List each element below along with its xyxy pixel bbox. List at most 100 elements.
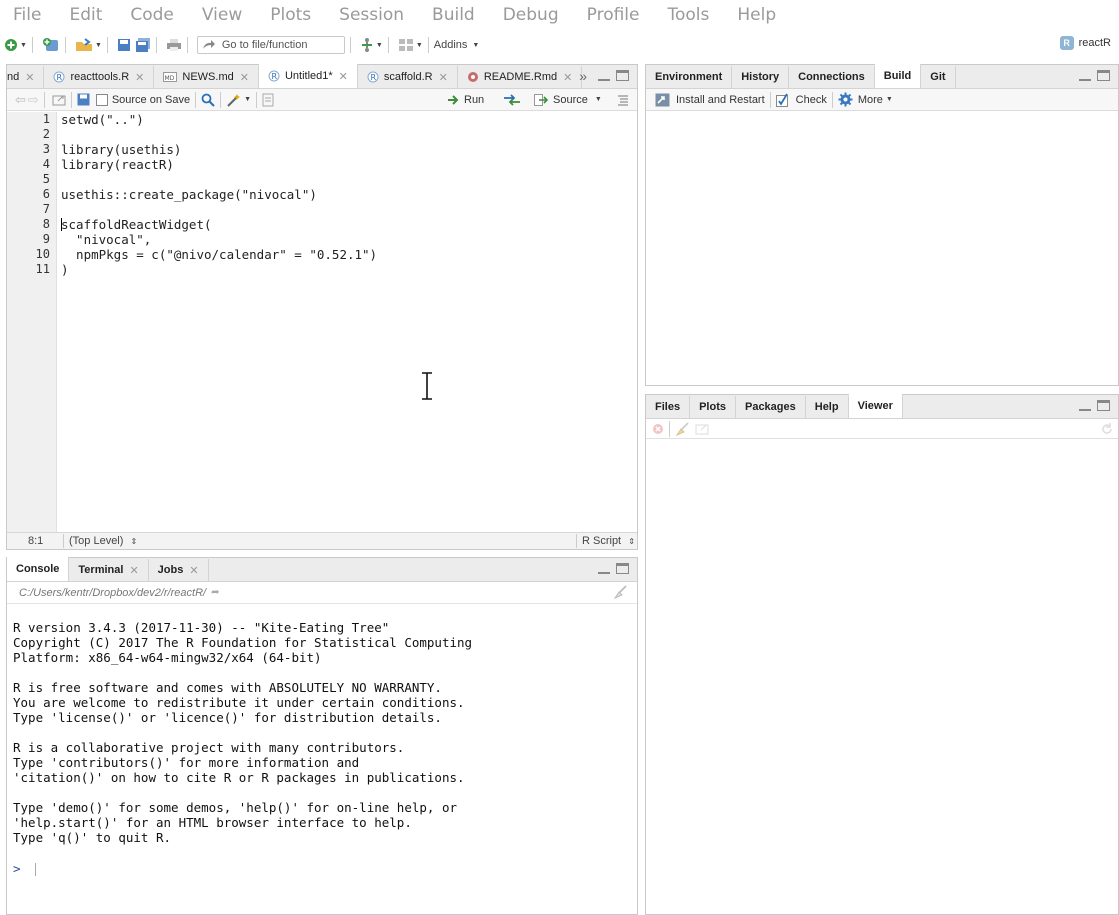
compile-report-icon[interactable] <box>262 93 274 107</box>
code-tools-wand-icon[interactable] <box>226 93 242 107</box>
menu-session[interactable]: Session <box>325 5 418 25</box>
menu-profile[interactable]: Profile <box>573 5 654 25</box>
more-button[interactable]: More ▼ <box>838 92 893 107</box>
forward-arrow-icon[interactable]: ⇨ <box>28 92 39 108</box>
tab-help[interactable]: Help <box>806 396 849 418</box>
close-icon[interactable]: ✕ <box>563 71 572 84</box>
menu-edit[interactable]: Edit <box>55 5 116 25</box>
tab-terminal[interactable]: Terminal ✕ <box>69 559 149 581</box>
code-editor[interactable]: setwd("..") library(usethis) library(rea… <box>61 112 637 532</box>
refresh-viewer-icon[interactable] <box>1100 422 1114 436</box>
source-tab[interactable]: README.Rmd ✕ <box>458 66 583 88</box>
show-in-window-icon[interactable] <box>695 423 709 435</box>
minimize-icon[interactable] <box>598 71 610 81</box>
source-tab-active[interactable]: R Untitled1* ✕ <box>258 64 358 88</box>
save-icon[interactable] <box>77 93 90 106</box>
menu-plots[interactable]: Plots <box>256 5 325 25</box>
close-icon[interactable]: ✕ <box>439 71 448 84</box>
menu-build[interactable]: Build <box>418 5 489 25</box>
workspace-panes-icon[interactable] <box>398 36 414 54</box>
tab-history[interactable]: History <box>732 66 790 88</box>
tab-plots[interactable]: Plots <box>690 396 736 418</box>
close-icon[interactable]: ✕ <box>189 564 198 577</box>
menu-view[interactable]: View <box>188 5 256 25</box>
show-in-window-icon[interactable] <box>52 94 66 106</box>
version-control-dropdown-icon[interactable]: ▼ <box>376 42 383 49</box>
scope-selector[interactable]: (Top Level) ⇕ <box>69 535 137 547</box>
source-tab[interactable]: R reacttools.R ✕ <box>44 66 155 88</box>
clear-viewer-broom-icon[interactable] <box>675 421 689 436</box>
addins-button[interactable]: Addins ▼ <box>434 39 480 51</box>
tab-git[interactable]: Git <box>921 66 956 88</box>
tab-environment[interactable]: Environment <box>646 66 733 88</box>
tab-jobs[interactable]: Jobs ✕ <box>149 559 209 581</box>
menu-file[interactable]: File <box>0 5 55 25</box>
close-icon[interactable]: ✕ <box>129 564 138 577</box>
source-button[interactable]: Source ▼ <box>534 93 602 106</box>
code-tools-dropdown-icon[interactable]: ▼ <box>244 96 251 103</box>
source-tab[interactable]: nd ✕ <box>7 66 45 88</box>
search-icon[interactable] <box>201 93 215 107</box>
source-toolbar: ⇦ ⇨ Source on Save ▼ Run Source ▼ <box>7 89 637 111</box>
close-icon[interactable]: ✕ <box>240 71 249 84</box>
stop-viewer-icon[interactable] <box>652 423 664 435</box>
tab-label: Files <box>655 401 681 413</box>
toolbar-divider <box>769 91 771 108</box>
menu-help[interactable]: Help <box>723 5 790 25</box>
project-menu[interactable]: R reactR <box>1059 36 1111 50</box>
source-tab[interactable]: R scaffold.R ✕ <box>358 66 458 88</box>
new-file-icon[interactable] <box>4 36 18 54</box>
back-arrow-icon[interactable]: ⇦ <box>15 92 26 108</box>
tab-connections[interactable]: Connections <box>789 66 875 88</box>
console-line: R is a collaborative project with many c… <box>13 740 405 755</box>
workspace-panes-dropdown-icon[interactable]: ▼ <box>416 42 423 49</box>
minimize-icon[interactable] <box>1079 71 1091 81</box>
working-directory-path[interactable]: C:/Users/kentr/Dropbox/dev2/r/reactR/ <box>19 587 206 599</box>
check-button[interactable]: Check <box>775 93 827 107</box>
install-restart-button[interactable]: Install and Restart <box>655 93 765 107</box>
maximize-icon[interactable] <box>616 70 629 81</box>
minimize-icon[interactable] <box>1079 401 1091 411</box>
menu-tools[interactable]: Tools <box>653 5 723 25</box>
scope-label: (Top Level) <box>69 535 124 547</box>
tab-packages[interactable]: Packages <box>736 396 806 418</box>
close-icon[interactable]: ✕ <box>339 70 348 83</box>
source-on-save-checkbox[interactable] <box>95 93 108 106</box>
rerun-icon[interactable] <box>503 93 521 106</box>
outline-icon[interactable] <box>617 94 629 106</box>
new-project-icon[interactable] <box>42 36 60 54</box>
tab-viewer[interactable]: Viewer <box>848 394 903 418</box>
toolbar-divider <box>831 91 833 108</box>
code-line: ) <box>61 262 69 277</box>
menu-code[interactable]: Code <box>116 5 188 25</box>
mouse-ibeam-cursor-icon <box>422 372 432 400</box>
minimize-icon[interactable] <box>598 564 610 574</box>
print-icon[interactable] <box>166 36 182 54</box>
new-file-dropdown-icon[interactable]: ▼ <box>20 42 27 49</box>
filetype-selector[interactable]: R Script ⇕ <box>582 535 635 547</box>
save-all-icon[interactable] <box>135 36 151 54</box>
goto-file-function-input[interactable]: Go to file/function <box>196 36 345 54</box>
cursor-position: 8:1 <box>28 535 44 547</box>
save-icon[interactable] <box>117 36 131 54</box>
maximize-icon[interactable] <box>1097 70 1110 81</box>
open-file-icon[interactable] <box>75 36 93 54</box>
run-button[interactable]: Run <box>447 94 484 106</box>
maximize-icon[interactable] <box>616 563 629 574</box>
close-icon[interactable]: ✕ <box>25 71 34 84</box>
clear-console-broom-icon[interactable] <box>613 585 627 599</box>
tab-build[interactable]: Build <box>874 64 922 88</box>
go-to-directory-arrow-icon[interactable]: ➦ <box>211 587 219 598</box>
source-tab[interactable]: MD NEWS.md ✕ <box>154 66 259 88</box>
more-tabs-icon[interactable]: » <box>579 68 587 84</box>
run-label: Run <box>464 93 485 106</box>
menu-debug[interactable]: Debug <box>489 5 573 25</box>
close-icon[interactable]: ✕ <box>135 71 144 84</box>
version-control-icon[interactable] <box>360 36 374 54</box>
open-recent-dropdown-icon[interactable]: ▼ <box>95 42 102 49</box>
tab-files[interactable]: Files <box>646 396 691 418</box>
maximize-icon[interactable] <box>1097 400 1110 411</box>
console-input[interactable]: > <box>13 861 37 876</box>
tab-console[interactable]: Console <box>7 557 70 581</box>
code-line: setwd("..") <box>61 112 144 127</box>
